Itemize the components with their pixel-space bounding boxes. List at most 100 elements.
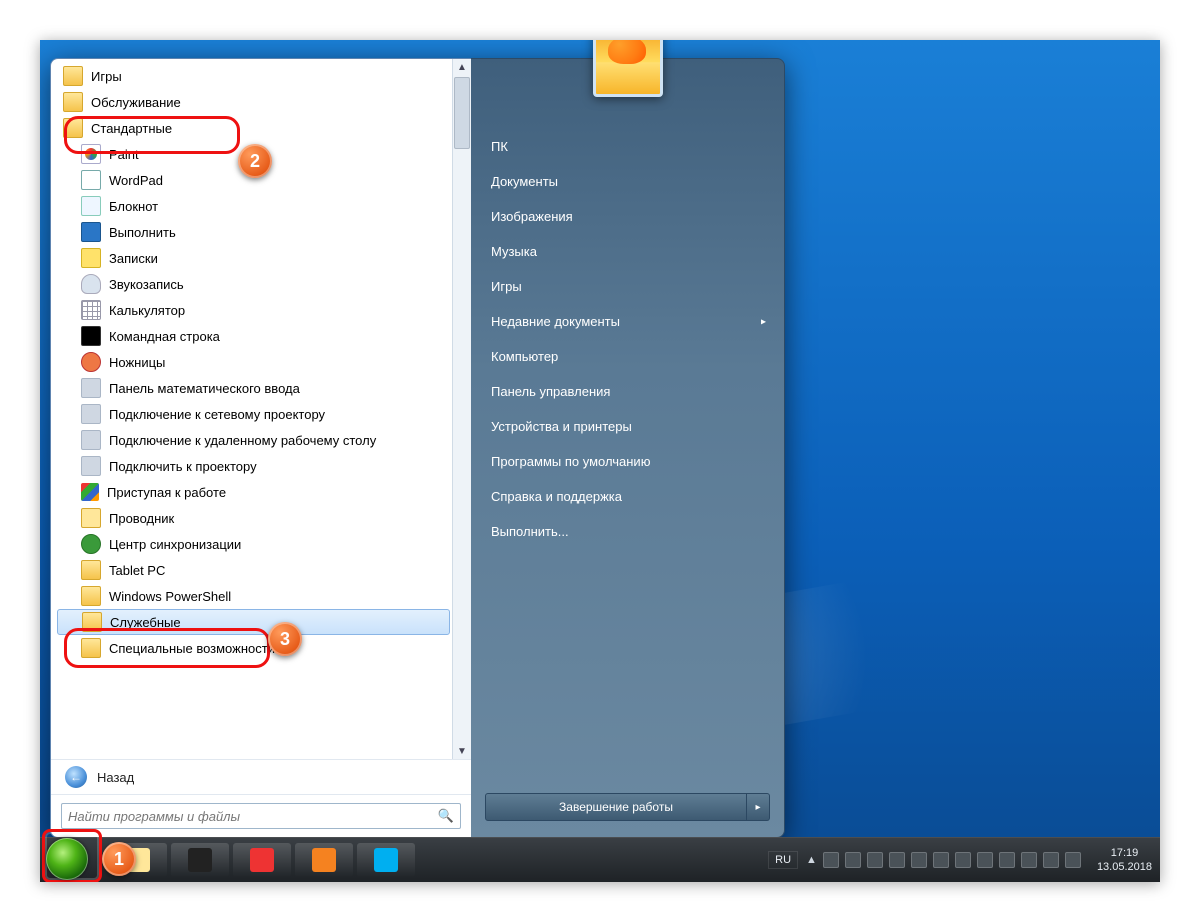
tray-java-icon[interactable] — [889, 852, 905, 868]
folder-icon — [63, 92, 83, 112]
user-picture[interactable] — [593, 40, 663, 97]
annotation-1: 1 — [102, 842, 136, 876]
cmd-icon — [81, 326, 101, 346]
program-item[interactable]: Обслуживание — [57, 89, 450, 115]
tray-disk-icon[interactable] — [911, 852, 927, 868]
start-menu-right: ПКДокументыИзображенияМузыкаИгрыНедавние… — [471, 58, 785, 838]
right-panel-item[interactable]: Изображения — [471, 199, 784, 234]
folder-icon — [63, 66, 83, 86]
folder-icon — [81, 560, 101, 580]
tray-sig-icon[interactable] — [955, 852, 971, 868]
annotation-ring-2 — [64, 116, 240, 154]
search-input[interactable]: Найти программы и файлы 🔍 — [61, 803, 461, 829]
panda-icon — [188, 848, 212, 872]
start-button[interactable] — [46, 838, 88, 880]
tray-net-icon[interactable] — [845, 852, 861, 868]
system-tray: RU ▲ 17:19 13.05.2018 — [768, 838, 1152, 882]
program-item[interactable]: Подключение к удаленному рабочему столу — [57, 427, 450, 453]
taskbar-clock[interactable]: 17:19 13.05.2018 — [1097, 846, 1152, 875]
programs-scrollbar[interactable]: ▲ ▼ — [452, 59, 471, 759]
program-item-label: Обслуживание — [91, 95, 181, 110]
program-item[interactable]: Подключить к проектору — [57, 453, 450, 479]
program-item-label: Командная строка — [109, 329, 220, 344]
tray-vol-icon[interactable] — [977, 852, 993, 868]
right-panel-item[interactable]: Справка и поддержка — [471, 479, 784, 514]
tray-a-icon[interactable] — [1021, 852, 1037, 868]
sticky-icon — [81, 248, 101, 268]
tray-up-icon[interactable] — [823, 852, 839, 868]
program-item[interactable]: Игры — [57, 63, 450, 89]
program-item[interactable]: Проводник — [57, 505, 450, 531]
explorer-icon — [81, 508, 101, 528]
scroll-thumb[interactable] — [454, 77, 470, 149]
shutdown-button[interactable]: Завершение работы — [485, 793, 747, 821]
right-panel-item[interactable]: ПК — [471, 129, 784, 164]
sync-icon — [81, 534, 101, 554]
right-panel-item[interactable]: Документы — [471, 164, 784, 199]
shutdown-split-button[interactable]: Завершение работы ▸ — [485, 793, 770, 821]
scroll-down-icon[interactable]: ▼ — [457, 743, 467, 759]
taskbar-app-panda[interactable] — [171, 843, 229, 877]
back-label: Назад — [97, 770, 134, 785]
start-menu: ИгрыОбслуживаниеСтандартныеPaintWordPadБ… — [50, 58, 785, 838]
tray-wifi-icon[interactable] — [1043, 852, 1059, 868]
program-item[interactable]: Windows PowerShell — [57, 583, 450, 609]
program-item-label: Подключение к сетевому проектору — [109, 407, 325, 422]
opera-icon — [250, 848, 274, 872]
mic-icon — [81, 274, 101, 294]
taskbar-app-opera[interactable] — [233, 843, 291, 877]
right-panel-item[interactable]: Панель управления — [471, 374, 784, 409]
program-item[interactable]: Панель математического ввода — [57, 375, 450, 401]
program-item[interactable]: Tablet PC — [57, 557, 450, 583]
right-panel-item[interactable]: Музыка — [471, 234, 784, 269]
program-item[interactable]: Звукозапись — [57, 271, 450, 297]
program-item[interactable]: Командная строка — [57, 323, 450, 349]
right-panel-item-label: Программы по умолчанию — [491, 454, 650, 469]
back-button[interactable]: ← Назад — [51, 759, 471, 794]
language-indicator[interactable]: RU — [768, 851, 798, 869]
right-panel-item[interactable]: Устройства и принтеры — [471, 409, 784, 444]
skype-icon — [374, 848, 398, 872]
wordpad-icon — [81, 170, 101, 190]
tray-expand-icon[interactable]: ▲ — [806, 854, 817, 866]
right-panel-item-label: Музыка — [491, 244, 537, 259]
program-item-label: Ножницы — [109, 355, 165, 370]
notepad-icon — [81, 196, 101, 216]
program-item-label: Блокнот — [109, 199, 158, 214]
tray-act-icon[interactable] — [999, 852, 1015, 868]
right-panel-item-label: Недавние документы — [491, 314, 620, 329]
annotation-ring-3 — [64, 628, 270, 668]
generic-icon — [81, 404, 101, 424]
generic-icon — [81, 456, 101, 476]
search-row: Найти программы и файлы 🔍 — [51, 794, 471, 837]
program-item[interactable]: Выполнить — [57, 219, 450, 245]
program-item[interactable]: Блокнот — [57, 193, 450, 219]
program-item-label: Записки — [109, 251, 158, 266]
scroll-up-icon[interactable]: ▲ — [457, 59, 467, 75]
program-item[interactable]: Приступая к работе — [57, 479, 450, 505]
back-arrow-icon: ← — [65, 766, 87, 788]
right-panel-item[interactable]: Выполнить... — [471, 514, 784, 549]
program-item-label: Звукозапись — [109, 277, 184, 292]
program-item[interactable]: Калькулятор — [57, 297, 450, 323]
shutdown-options-icon[interactable]: ▸ — [747, 793, 770, 821]
program-item[interactable]: Ножницы — [57, 349, 450, 375]
right-panel-item-label: Документы — [491, 174, 558, 189]
right-panel-item[interactable]: Игры — [471, 269, 784, 304]
right-panel-item-label: Компьютер — [491, 349, 558, 364]
tray-flag-icon[interactable] — [933, 852, 949, 868]
generic-icon — [81, 378, 101, 398]
program-item-label: Центр синхронизации — [109, 537, 241, 552]
calc-icon — [81, 300, 101, 320]
tray-av-icon[interactable] — [867, 852, 883, 868]
right-panel-item[interactable]: Программы по умолчанию — [471, 444, 784, 479]
program-item[interactable]: Подключение к сетевому проектору — [57, 401, 450, 427]
tray-spk-icon[interactable] — [1065, 852, 1081, 868]
taskbar-app-firefox[interactable] — [295, 843, 353, 877]
program-item[interactable]: Центр синхронизации — [57, 531, 450, 557]
right-panel-item[interactable]: Недавние документы▸ — [471, 304, 784, 339]
right-panel-item-label: Изображения — [491, 209, 573, 224]
right-panel-item[interactable]: Компьютер — [471, 339, 784, 374]
taskbar-app-skype[interactable] — [357, 843, 415, 877]
program-item[interactable]: Записки — [57, 245, 450, 271]
